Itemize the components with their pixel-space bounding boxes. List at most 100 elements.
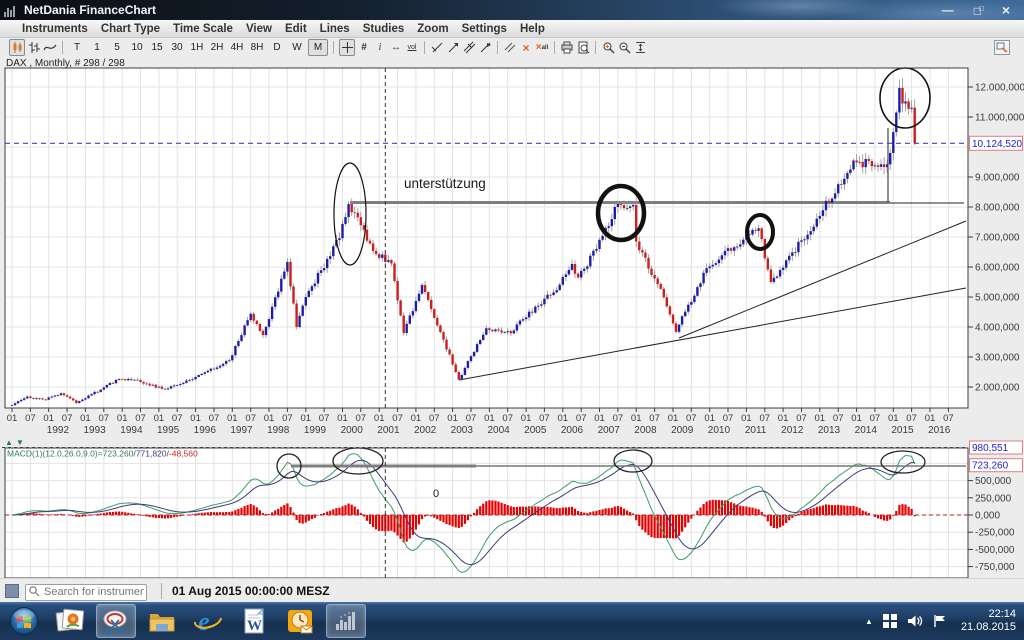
timeframe-monthly-selected[interactable]: M	[308, 39, 328, 56]
price-axis: 12.000,00011.000,0009.000,0008.000,0007.…	[968, 83, 1024, 394]
svg-text:07: 07	[906, 413, 917, 424]
trendline-tool-icon[interactable]	[430, 40, 444, 55]
action-center-flag-icon[interactable]	[933, 614, 947, 628]
chart-area[interactable]: .grid{stroke:#e3e3e3;stroke-width:1}.ax{…	[0, 56, 1024, 578]
print-preview-icon[interactable]	[576, 40, 590, 55]
internet-explorer-icon[interactable]: e	[188, 604, 228, 638]
crosshair-icon[interactable]	[339, 39, 355, 56]
svg-text:07: 07	[943, 413, 954, 424]
volume-icon[interactable]: vol	[405, 40, 419, 55]
timeframe-15m[interactable]: 15	[148, 40, 166, 55]
svg-text:07: 07	[392, 413, 403, 424]
horizontal-scroll-icon[interactable]: ↔	[389, 40, 403, 55]
svg-text:01: 01	[558, 413, 569, 424]
timeframe-1m[interactable]: 1	[88, 40, 106, 55]
parallel-lines-icon[interactable]	[503, 40, 517, 55]
menu-time-scale[interactable]: Time Scale	[173, 23, 233, 35]
start-button[interactable]	[4, 604, 44, 638]
menu-instruments[interactable]: Instruments	[22, 23, 88, 35]
netdania-app-icon[interactable]	[326, 604, 366, 638]
svg-text:-500,000: -500,000	[975, 545, 1015, 556]
svg-text:2011: 2011	[745, 425, 767, 436]
candlestick-chart-icon[interactable]	[9, 39, 25, 56]
menu-zoom[interactable]: Zoom	[417, 23, 448, 35]
svg-text:07: 07	[209, 413, 220, 424]
svg-text:07: 07	[870, 413, 881, 424]
windows-update-tray-icon[interactable]	[883, 614, 897, 628]
search-box[interactable]	[25, 582, 147, 599]
menu-edit[interactable]: Edit	[285, 23, 307, 35]
timeframe-30m[interactable]: 30	[168, 40, 186, 55]
svg-text:07: 07	[62, 413, 73, 424]
info-icon[interactable]: i	[373, 40, 387, 55]
svg-text:2007: 2007	[598, 425, 621, 436]
svg-text:01: 01	[888, 413, 899, 424]
svg-text:01: 01	[925, 413, 936, 424]
menu-settings[interactable]: Settings	[462, 23, 507, 35]
clock-time: 22:14	[961, 608, 1016, 621]
toolbar: T 1 5 10 15 30 1H 2H 4H 8H D W M # i ↔ v…	[0, 39, 1024, 56]
expand-panel-icon: ▼	[16, 438, 24, 447]
svg-text:8.000,000: 8.000,000	[975, 203, 1020, 214]
restore-icon[interactable]: □□	[974, 3, 982, 17]
search-input[interactable]	[25, 584, 147, 601]
close-icon[interactable]: ×	[1002, 4, 1010, 16]
minimize-icon[interactable]: —	[942, 4, 954, 16]
svg-text:1999: 1999	[304, 425, 327, 436]
svg-text:12.000,000: 12.000,000	[975, 83, 1024, 94]
svg-text:2002: 2002	[414, 425, 437, 436]
clock[interactable]: 22:14 21.08.2015	[961, 608, 1016, 634]
svg-text:07: 07	[502, 413, 513, 424]
svg-text:01: 01	[778, 413, 789, 424]
support-annotation-text[interactable]: unterstützung	[404, 176, 486, 191]
svg-text:07: 07	[576, 413, 587, 424]
timeframe-tick[interactable]: T	[68, 40, 86, 55]
hidden-icons-expander[interactable]: ▲	[865, 617, 873, 626]
svg-text:01: 01	[117, 413, 128, 424]
delete-all-lines-icon[interactable]: ×all	[535, 40, 549, 55]
menu-help[interactable]: Help	[520, 23, 545, 35]
grid-icon[interactable]: #	[357, 40, 371, 55]
timeframe-5m[interactable]: 5	[108, 40, 126, 55]
zoom-out-icon[interactable]	[617, 40, 631, 55]
explorer-icon[interactable]	[142, 604, 182, 638]
menu-chart-type[interactable]: Chart Type	[101, 23, 160, 35]
arrow-line-tool-icon[interactable]	[446, 40, 460, 55]
detach-window-icon[interactable]	[994, 40, 1010, 55]
snipping-tool-icon[interactable]	[96, 604, 136, 638]
word-icon[interactable]: W	[234, 604, 274, 638]
timeframe-2h[interactable]: 2H	[208, 40, 226, 55]
timeframe-10m[interactable]: 10	[128, 40, 146, 55]
menu-view[interactable]: View	[246, 23, 272, 35]
volume-tray-icon[interactable]	[907, 614, 923, 628]
flag-line-tool-icon[interactable]	[478, 40, 492, 55]
svg-text:07: 07	[245, 413, 256, 424]
menu-lines[interactable]: Lines	[320, 23, 350, 35]
timeframe-1h[interactable]: 1H	[188, 40, 206, 55]
svg-text:-250,000: -250,000	[975, 528, 1015, 539]
timeframe-8h[interactable]: 8H	[248, 40, 266, 55]
zoom-in-icon[interactable]	[601, 40, 615, 55]
line-chart-icon[interactable]	[43, 40, 57, 55]
menu-studies[interactable]: Studies	[363, 23, 405, 35]
ohlc-bars-icon[interactable]	[27, 40, 41, 55]
print-icon[interactable]	[560, 40, 574, 55]
timeframe-weekly[interactable]: W	[288, 40, 306, 55]
svg-text:11.000,000: 11.000,000	[975, 113, 1024, 124]
macd-axis: 500,000250,0000,000-250,000-500,000-750,…	[968, 441, 1023, 573]
instrument-grip-icon[interactable]	[5, 584, 19, 598]
title-bar: NetDania FinanceChart — □□ ×	[0, 0, 1024, 20]
svg-text:1996: 1996	[194, 425, 217, 436]
timeframe-4h[interactable]: 4H	[228, 40, 246, 55]
delete-line-icon[interactable]: ×	[519, 40, 533, 55]
fit-vertical-icon[interactable]	[633, 40, 647, 55]
svg-text:2004: 2004	[487, 425, 510, 436]
timeframe-daily[interactable]: D	[268, 40, 286, 55]
svg-text:01: 01	[374, 413, 385, 424]
outlook-icon[interactable]	[280, 604, 320, 638]
clock-date: 21.08.2015	[961, 621, 1016, 634]
svg-text:9.000,000: 9.000,000	[975, 173, 1020, 184]
channel-tool-icon[interactable]	[462, 40, 476, 55]
photo-viewer-icon[interactable]	[50, 604, 90, 638]
svg-text:980,551: 980,551	[972, 443, 1009, 454]
